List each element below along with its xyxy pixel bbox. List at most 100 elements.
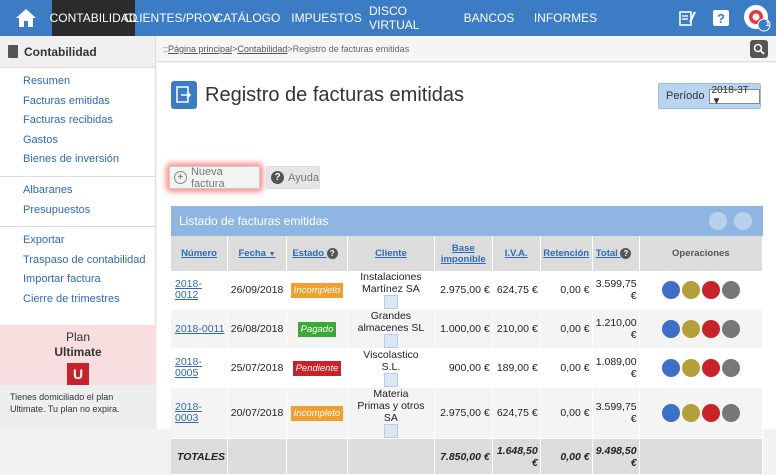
notification-count: 1 <box>765 19 770 28</box>
col-iva[interactable]: I.V.A. <box>492 236 541 271</box>
payments-icon[interactable] <box>681 281 700 299</box>
home-icon <box>16 9 36 27</box>
invoice-number-link[interactable]: 2018-0012 <box>171 271 229 310</box>
plan-box[interactable]: Plan Ultimate U <box>0 325 156 385</box>
invoice-client-cell: Instalaciones Martínez SA <box>347 271 435 310</box>
nav-disco-virtual[interactable]: DISCO VIRTUAL <box>369 0 453 36</box>
col-estado[interactable]: Estado ? <box>286 236 348 271</box>
nav-catalogo[interactable]: CATÁLOGO <box>211 0 284 36</box>
table-header-row: Número Fecha ▼ Estado ? Cliente Base imp… <box>171 236 764 271</box>
totals-empty-4 <box>639 438 764 475</box>
plan-name: Ultimate <box>54 345 102 359</box>
sidebar-item-traspaso[interactable]: Traspaso de contabilidad <box>23 251 155 271</box>
payments-icon[interactable] <box>681 359 700 377</box>
sidebar-item-facturas-recibidas[interactable]: Facturas recibidas <box>23 111 155 131</box>
pdf-icon[interactable] <box>701 320 720 338</box>
payments-icon[interactable] <box>681 320 700 338</box>
breadcrumb-home[interactable]: Página principal <box>168 44 232 54</box>
invoice-number-link[interactable]: 2018-0005 <box>171 348 229 388</box>
col-fecha[interactable]: Fecha ▼ <box>227 236 288 271</box>
payments-icon[interactable] <box>681 404 700 422</box>
invoice-total: 1.089,00 € <box>592 348 640 388</box>
col-total[interactable]: Total ? <box>592 236 640 271</box>
invoice-total: 3.599,75 € <box>592 271 640 310</box>
new-invoice-button[interactable]: + Nueva factura <box>169 166 260 190</box>
more-options-icon[interactable] <box>721 320 740 338</box>
nav-contabilidad[interactable]: CONTABILIDAD <box>50 0 137 36</box>
more-options-icon[interactable] <box>721 281 740 299</box>
search-button[interactable] <box>750 40 768 58</box>
invoice-number-link[interactable]: 2018-0011 <box>171 309 229 349</box>
sidebar-item-exportar[interactable]: Exportar <box>23 231 155 251</box>
sidebar-item-facturas-emitidas[interactable]: Facturas emitidas <box>23 92 155 112</box>
total-help-icon[interactable]: ? <box>620 248 632 259</box>
nav-informes[interactable]: INFORMES <box>525 0 606 36</box>
nav-clientes-prov[interactable]: CLIENTES/PROV. <box>124 0 222 36</box>
invoice-base: 2.975,00 € <box>434 387 493 439</box>
more-options-icon[interactable] <box>721 404 740 422</box>
col-cliente[interactable]: Cliente <box>347 236 435 271</box>
chart-icon[interactable] <box>383 334 398 348</box>
status-badge: Incompleto <box>290 282 344 298</box>
totals-base: 7.850,00 € <box>434 438 493 475</box>
nav-impuestos[interactable]: IMPUESTOS <box>284 0 369 36</box>
user-avatar[interactable]: 1 <box>738 0 776 36</box>
sidebar-item-gastos[interactable]: Gastos <box>23 131 155 151</box>
top-nav: CONTABILIDAD CLIENTES/PROV. CATÁLOGO IMP… <box>0 0 776 36</box>
table-row: 2018-0003 20/07/2018 Incompleto Materia … <box>171 387 764 439</box>
sidebar-item-albaranes[interactable]: Albaranes <box>23 181 155 201</box>
top-icons: ? 1 <box>670 0 776 36</box>
sidebar-item-bienes-inversion[interactable]: Bienes de inversión <box>23 150 155 170</box>
status-badge: Incompleto <box>290 405 344 421</box>
plus-icon: + <box>174 171 187 184</box>
attach-icon[interactable] <box>661 359 680 377</box>
help-icon: ? <box>713 10 729 26</box>
sidebar-item-presupuestos[interactable]: Presupuestos <box>23 201 155 221</box>
col-numero[interactable]: Número <box>171 236 229 271</box>
attach-icon[interactable] <box>661 404 680 422</box>
download-icon[interactable] <box>734 212 752 230</box>
plan-note: Tienes domiciliado el plan Ultimate. Tu … <box>0 385 156 429</box>
sidebar-group-3: Exportar Traspaso de contabilidad Import… <box>0 227 155 315</box>
col-operaciones: Operaciones <box>639 236 764 271</box>
chart-icon[interactable] <box>383 373 398 387</box>
pdf-icon[interactable] <box>701 281 720 299</box>
status-badge: Pagado <box>297 321 337 337</box>
pdf-icon[interactable] <box>701 404 720 422</box>
invoice-date: 26/09/2018 <box>227 271 288 310</box>
invoice-client-cell: Materia Primas y otros SA <box>347 387 435 439</box>
nav-bancos[interactable]: BANCOS <box>453 0 525 36</box>
invoice-retencion: 0,00 € <box>540 271 593 310</box>
col-base[interactable]: Base imponible <box>434 236 493 271</box>
sidebar-item-importar-factura[interactable]: Importar factura <box>23 270 155 290</box>
home-button[interactable] <box>0 0 52 36</box>
table-row: 2018-0012 26/09/2018 Incompleto Instalac… <box>171 271 764 310</box>
breadcrumb-contabilidad[interactable]: Contabilidad <box>237 44 287 54</box>
estado-help-icon[interactable]: ? <box>326 248 338 259</box>
attach-icon[interactable] <box>661 320 680 338</box>
pdf-icon[interactable] <box>701 359 720 377</box>
more-options-icon[interactable] <box>721 359 740 377</box>
sidebar-item-cierre-trimestres[interactable]: Cierre de trimestres <box>23 290 155 310</box>
help-link-button[interactable]: ? Ayuda <box>266 166 320 189</box>
help-button[interactable]: ? <box>704 0 738 36</box>
period-select[interactable]: 2018-3T ▼ <box>708 85 760 107</box>
invoice-number-link[interactable]: 2018-0003 <box>171 387 229 439</box>
invoice-date: 20/07/2018 <box>227 387 288 439</box>
status-badge: Pendiente <box>292 360 342 376</box>
col-retencion[interactable]: Retención <box>540 236 593 271</box>
svg-text:?: ? <box>717 11 725 26</box>
invoice-retencion: 0,00 € <box>540 309 593 349</box>
edit-list-button[interactable] <box>670 0 704 36</box>
attach-icon[interactable] <box>661 281 680 299</box>
sort-desc-icon: ▼ <box>268 251 276 258</box>
filter-icon[interactable] <box>709 212 727 230</box>
invoice-retencion: 0,00 € <box>540 387 593 439</box>
chart-icon[interactable] <box>383 424 398 438</box>
row-operations <box>639 309 764 349</box>
invoice-client-cell: Grandes almacenes SL <box>347 309 435 349</box>
totals-iva: 1.648,50 € <box>492 438 541 475</box>
chart-icon[interactable] <box>383 295 398 309</box>
plan-badge: U <box>67 363 89 385</box>
sidebar-item-resumen[interactable]: Resumen <box>23 72 155 92</box>
